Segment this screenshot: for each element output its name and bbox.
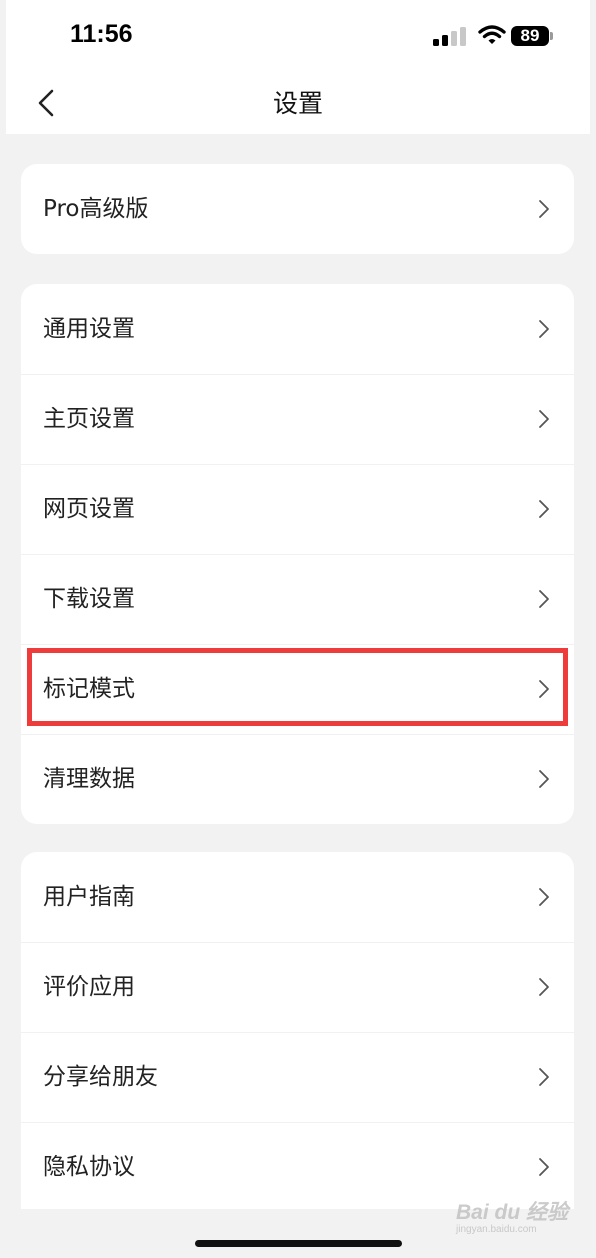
wifi-icon — [478, 25, 506, 44]
chevron-right-icon — [539, 590, 549, 608]
settings-item-web[interactable]: 网页设置 — [21, 464, 574, 554]
settings-item-home[interactable]: 主页设置 — [21, 374, 574, 464]
settings-item-label: 评价应用 — [43, 974, 135, 1000]
page-title: 设置 — [272, 89, 323, 118]
chevron-right-icon — [539, 1068, 549, 1086]
chevron-right-icon — [539, 1158, 549, 1176]
settings-item-download[interactable]: 下载设置 — [21, 554, 574, 644]
settings-item-clear-data[interactable]: 清理数据 — [21, 734, 574, 824]
settings-item-label: 用户指南 — [43, 884, 135, 910]
settings-item-rate-app[interactable]: 评价应用 — [21, 942, 574, 1032]
status-time: 11:56 — [70, 20, 133, 48]
watermark-logo: Bai du 经验 — [456, 1201, 569, 1224]
chevron-right-icon — [539, 320, 549, 338]
chevron-right-icon — [539, 500, 549, 518]
settings-group-about: 用户指南 评价应用 分享给朋友 隐私协议 — [21, 852, 574, 1209]
battery-tip — [550, 32, 553, 40]
settings-item-label: Pro高级版 — [43, 196, 149, 222]
chevron-right-icon — [539, 978, 549, 996]
cellular-signal-icon — [433, 27, 466, 46]
settings-item-label: 通用设置 — [43, 316, 135, 342]
settings-item-user-guide[interactable]: 用户指南 — [21, 852, 574, 942]
settings-item-general[interactable]: 通用设置 — [21, 284, 574, 374]
settings-group-pro: Pro高级版 — [21, 164, 574, 254]
status-bar: 11:56 89 — [6, 0, 590, 72]
settings-item-label: 下载设置 — [43, 586, 135, 612]
chevron-right-icon — [539, 770, 549, 788]
battery-indicator: 89 — [511, 26, 549, 46]
settings-item-label: 主页设置 — [43, 406, 135, 432]
settings-item-share[interactable]: 分享给朋友 — [21, 1032, 574, 1122]
chevron-right-icon — [539, 200, 549, 218]
settings-item-pro[interactable]: Pro高级版 — [21, 164, 574, 254]
settings-item-label: 隐私协议 — [43, 1154, 135, 1180]
settings-group-general: 通用设置 主页设置 网页设置 下载设置 标记模式 清理数据 — [21, 284, 574, 824]
top-bar: 11:56 89 设置 — [6, 0, 590, 134]
settings-item-label: 清理数据 — [43, 766, 135, 792]
settings-item-label: 网页设置 — [43, 496, 135, 522]
highlight-box — [27, 648, 568, 726]
chevron-right-icon — [539, 410, 549, 428]
settings-item-label: 分享给朋友 — [43, 1064, 158, 1090]
home-indicator[interactable] — [195, 1240, 402, 1247]
chevron-right-icon — [539, 888, 549, 906]
watermark: Bai du 经验 jingyan.baidu.com — [456, 1196, 568, 1235]
